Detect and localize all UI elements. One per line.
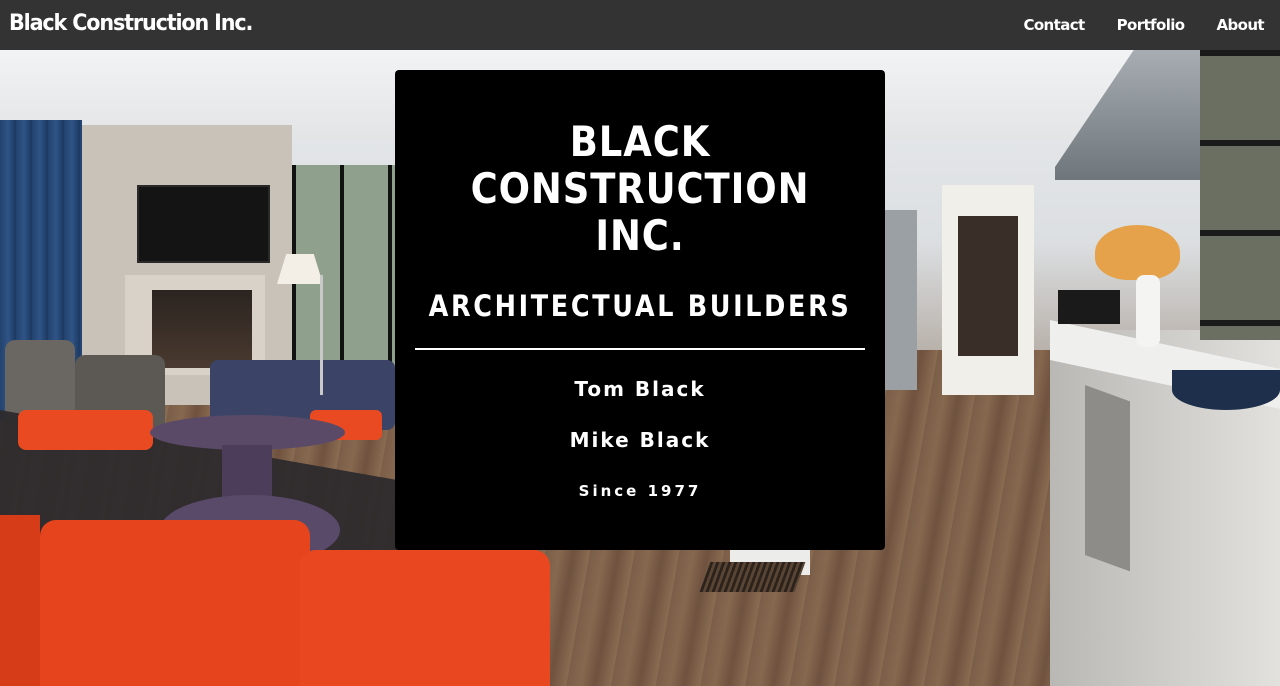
orange-chair <box>300 550 550 686</box>
nav-link-portfolio[interactable]: Portfolio <box>1117 14 1185 36</box>
company-name-line: INC. <box>595 211 685 260</box>
company-name-line: CONSTRUCTION <box>470 164 810 213</box>
floor-vent <box>699 562 806 592</box>
company-name: BLACK CONSTRUCTION INC. <box>424 118 855 259</box>
floor-lamp-pole <box>320 275 323 395</box>
brand-link[interactable]: Black Construction Inc. <box>9 9 253 39</box>
nav-link-contact[interactable]: Contact <box>1023 14 1085 36</box>
since-year: Since 1977 <box>578 482 702 500</box>
stove <box>1085 385 1130 572</box>
orange-chair <box>0 515 40 686</box>
owner-name: Mike Black <box>569 428 711 452</box>
refrigerator <box>885 210 917 390</box>
fruit-bowl <box>1172 370 1280 410</box>
tagline: ARCHITECTUAL BUILDERS <box>428 289 852 323</box>
television <box>137 185 270 263</box>
orange-chair <box>40 520 310 686</box>
divider <box>415 348 865 350</box>
navbar: Black Construction Inc. Contact Portfoli… <box>0 0 1280 50</box>
flower-vase <box>1136 275 1160 347</box>
kitchen-window <box>1200 50 1280 340</box>
flower-arrangement <box>1095 225 1180 280</box>
hallway <box>958 216 1018 356</box>
orange-chair <box>18 410 153 450</box>
firebox <box>152 290 252 368</box>
company-name-line: BLACK <box>569 117 711 166</box>
owner-name: Tom Black <box>574 377 706 401</box>
counter-monitor <box>1058 290 1120 324</box>
nav-links: Contact Portfolio About <box>1023 14 1264 36</box>
nav-link-about[interactable]: About <box>1216 14 1264 36</box>
hero-card: BLACK CONSTRUCTION INC. ARCHITECTUAL BUI… <box>395 70 885 550</box>
